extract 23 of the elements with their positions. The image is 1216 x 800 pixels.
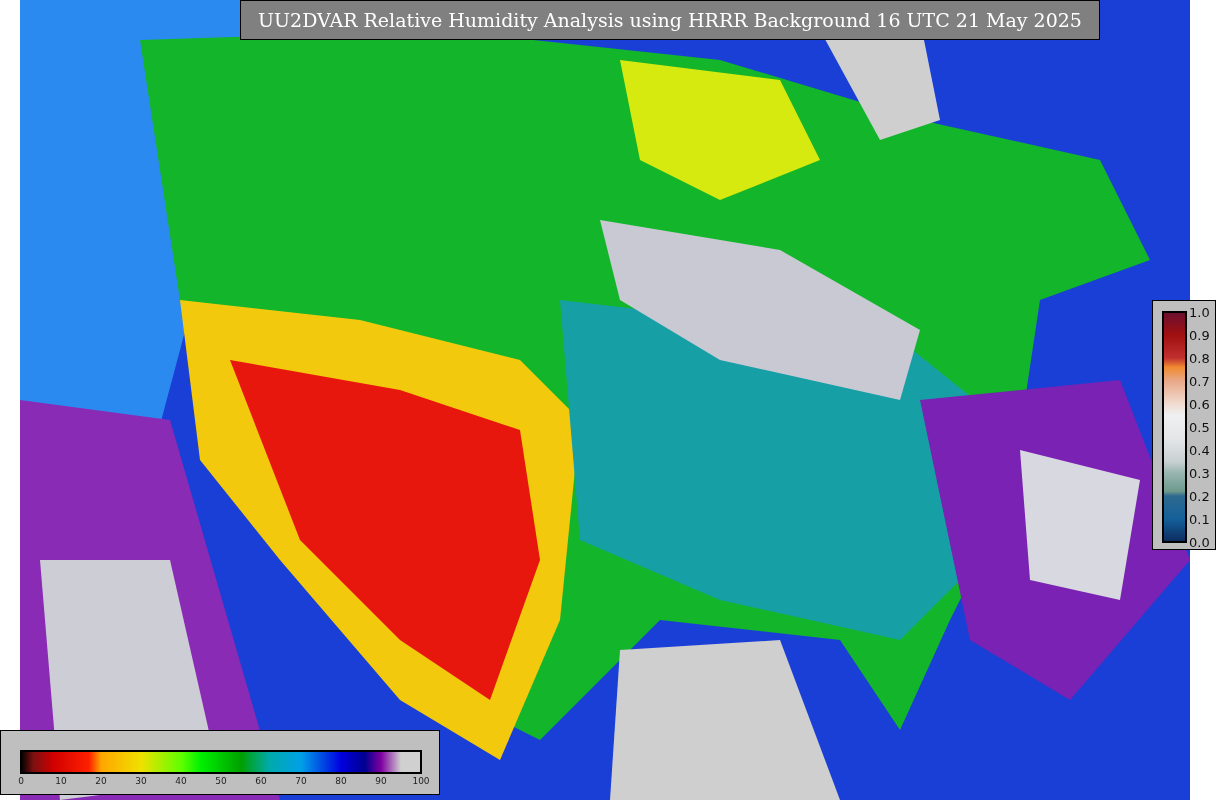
tick-label: 0.5 (1189, 419, 1210, 435)
tick-label: 0.2 (1189, 488, 1210, 504)
tick-label: 60 (255, 775, 267, 787)
tick-label: 0.4 (1189, 442, 1210, 458)
tick-label: 70 (295, 775, 307, 787)
tick-label: 1.0 (1189, 304, 1210, 320)
tick-label: 30 (135, 775, 147, 787)
tick-label: 10 (55, 775, 67, 787)
map-title: UU2DVAR Relative Humidity Analysis using HRRR Background 16 UTC 21 May 2025 (240, 0, 1100, 40)
tick-label: 0.9 (1189, 327, 1210, 343)
tick-label: 20 (95, 775, 107, 787)
tick-label: 0.3 (1189, 465, 1210, 481)
tick-label: 0.0 (1189, 534, 1210, 550)
tick-label: 100 (412, 775, 430, 787)
tick-label: 80 (335, 775, 347, 787)
tick-label: 40 (175, 775, 187, 787)
tick-label: 50 (215, 775, 227, 787)
tick-label: 0.7 (1189, 373, 1210, 389)
tick-label: 0.1 (1189, 511, 1210, 527)
tick-label: 90 (375, 775, 387, 787)
tick-label: 0 (18, 775, 24, 787)
tick-label: 0.6 (1189, 396, 1210, 412)
tick-label: 0.8 (1189, 350, 1210, 366)
